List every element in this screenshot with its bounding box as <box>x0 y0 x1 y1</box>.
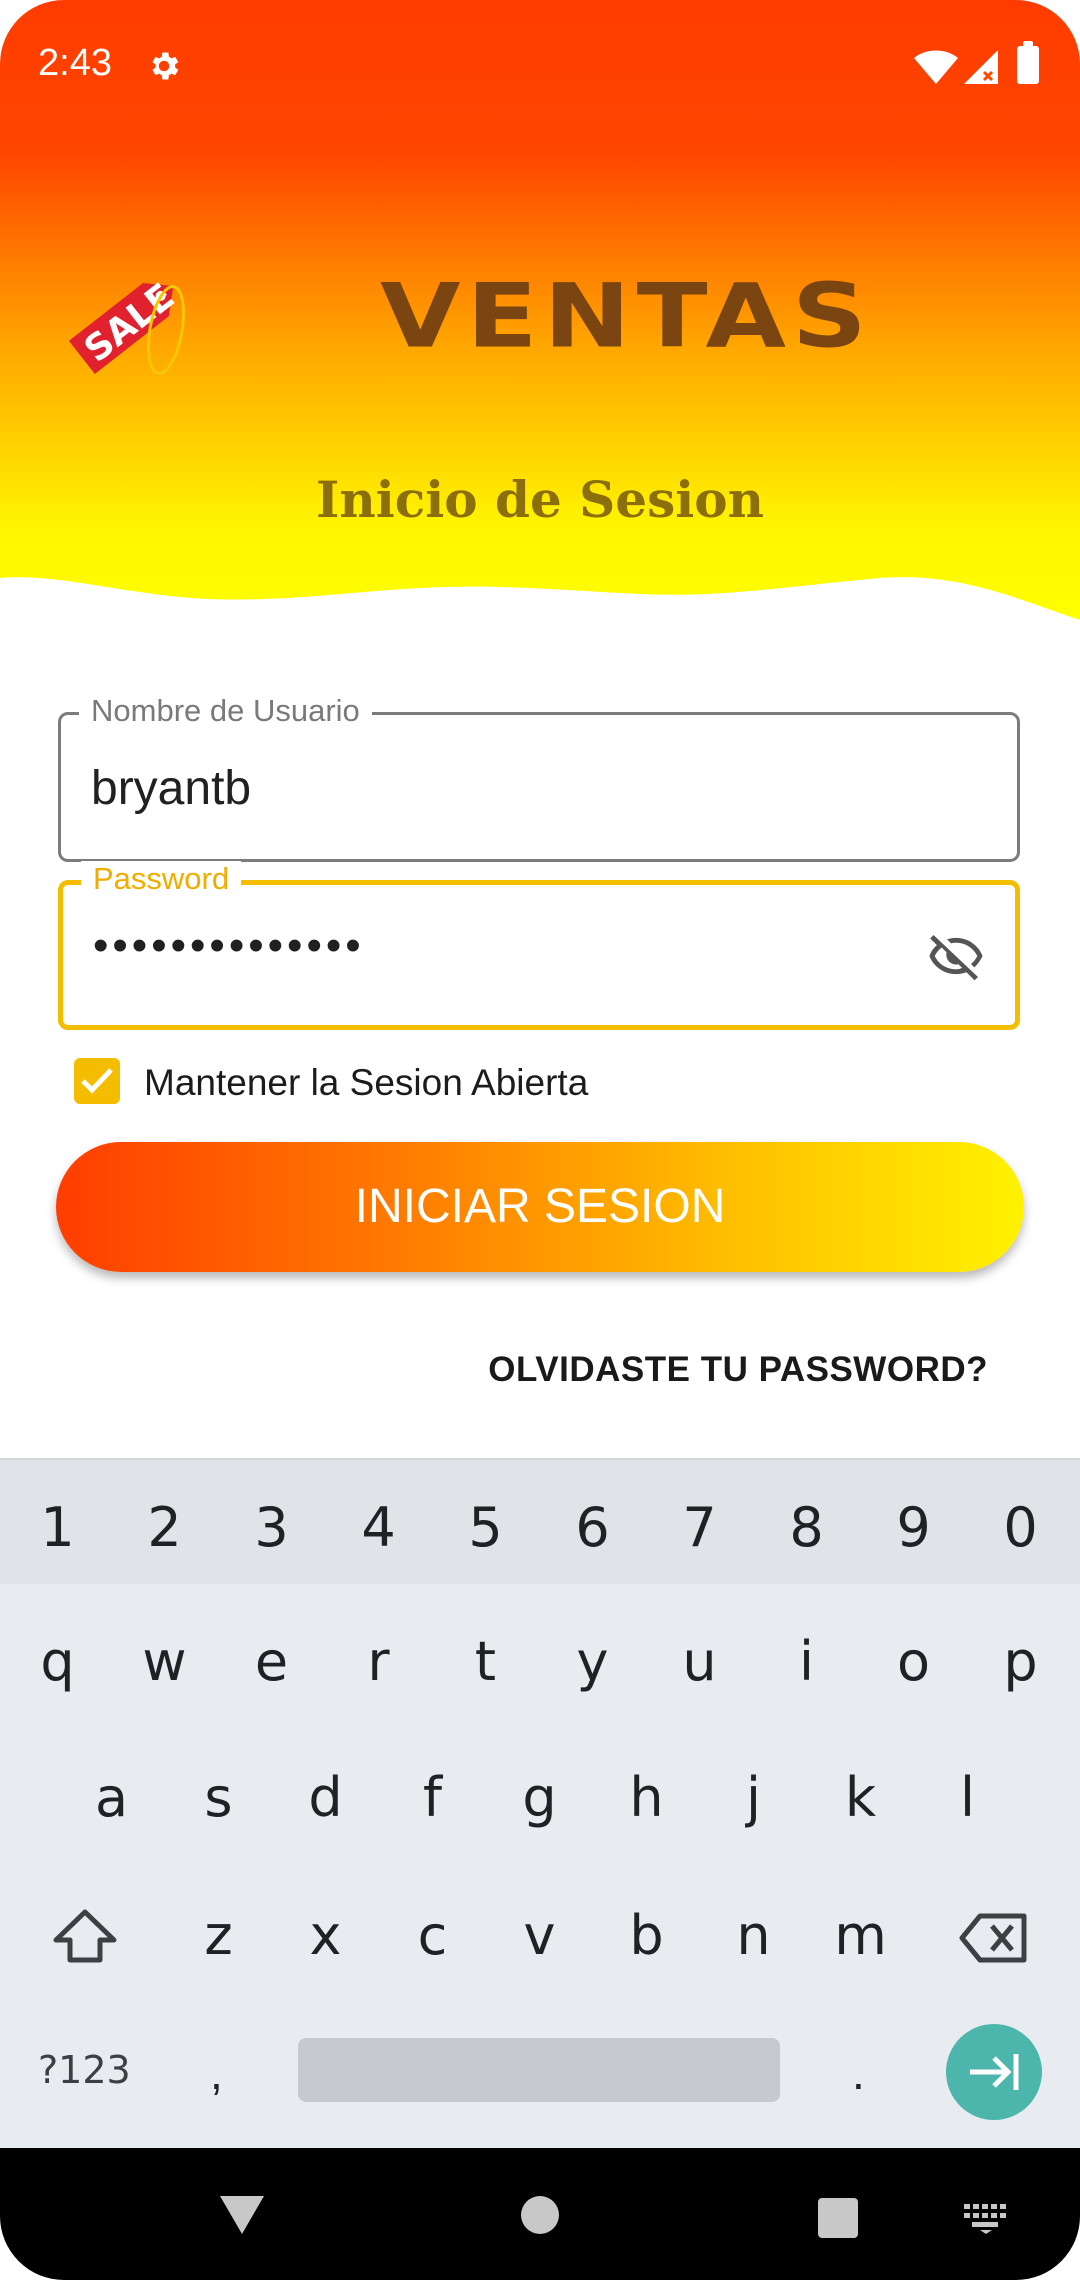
status-bar: 2:43 <box>0 0 1080 136</box>
key-8[interactable]: 8 <box>753 1496 860 1559</box>
soft-keyboard: 1 2 3 4 5 6 7 8 9 0 q w e r t y u i o p … <box>0 1458 1080 2150</box>
key-x[interactable]: x <box>272 1904 379 1967</box>
key-f[interactable]: f <box>379 1766 486 1829</box>
password-value: •••••••••••••• <box>93 921 365 970</box>
key-u[interactable]: u <box>646 1630 753 1693</box>
signal-icon <box>964 50 998 84</box>
key-h[interactable]: h <box>593 1766 700 1829</box>
key-z[interactable]: z <box>165 1904 272 1967</box>
key-y[interactable]: y <box>539 1630 646 1693</box>
battery-icon <box>1017 41 1039 84</box>
key-r[interactable]: r <box>325 1630 432 1693</box>
check-icon <box>81 1068 113 1094</box>
next-key[interactable] <box>946 2024 1042 2120</box>
header: 2:43 SALE VENTAS Inicio de Sesion <box>0 0 1080 640</box>
key-n[interactable]: n <box>700 1904 807 1967</box>
key-9[interactable]: 9 <box>860 1496 967 1559</box>
key-k[interactable]: k <box>807 1766 914 1829</box>
key-c[interactable]: c <box>379 1904 486 1967</box>
key-m[interactable]: m <box>807 1904 914 1967</box>
key-w[interactable]: w <box>111 1630 218 1693</box>
key-s[interactable]: s <box>165 1766 272 1829</box>
key-6[interactable]: 6 <box>539 1496 646 1559</box>
home-icon[interactable] <box>521 2196 559 2234</box>
key-b[interactable]: b <box>593 1904 700 1967</box>
keep-session-label: Mantener la Sesion Abierta <box>144 1062 589 1103</box>
key-o[interactable]: o <box>860 1630 967 1693</box>
backspace-icon[interactable] <box>958 1912 1030 1964</box>
key-7[interactable]: 7 <box>646 1496 753 1559</box>
keep-session-checkbox[interactable] <box>74 1058 120 1104</box>
eye-off-icon[interactable] <box>925 927 987 985</box>
key-i[interactable]: i <box>753 1630 860 1693</box>
key-2[interactable]: 2 <box>111 1496 218 1559</box>
username-field[interactable]: Nombre de Usuario bryantb <box>58 693 1020 862</box>
comma-key[interactable]: , <box>210 2046 223 2100</box>
period-key[interactable]: . <box>852 2046 865 2100</box>
login-button[interactable]: INICIAR SESION <box>56 1142 1024 1272</box>
key-t[interactable]: t <box>432 1630 539 1693</box>
next-arrow-icon <box>970 2054 1019 2090</box>
password-label: Password <box>81 861 242 897</box>
keyboard-number-row: 1 2 3 4 5 6 7 8 9 0 <box>0 1460 1080 1584</box>
status-time: 2:43 <box>38 42 112 84</box>
key-p[interactable]: p <box>967 1630 1074 1693</box>
username-label: Nombre de Usuario <box>79 693 372 729</box>
key-g[interactable]: g <box>486 1766 593 1829</box>
wifi-icon <box>914 50 958 84</box>
symbols-key[interactable]: ?123 <box>38 2048 131 2092</box>
space-bar[interactable] <box>298 2038 780 2102</box>
shift-icon[interactable] <box>50 1906 120 1966</box>
key-v[interactable]: v <box>486 1904 593 1967</box>
recents-icon[interactable] <box>818 2198 858 2238</box>
key-1[interactable]: 1 <box>4 1496 111 1559</box>
key-d[interactable]: d <box>272 1766 379 1829</box>
key-q[interactable]: q <box>4 1630 111 1693</box>
forgot-password-link[interactable]: OLVIDASTE TU PASSWORD? <box>488 1350 988 1390</box>
keyboard-switch-icon[interactable] <box>964 2204 1008 2234</box>
gear-icon <box>152 52 179 80</box>
page-subtitle: Inicio de Sesion <box>316 470 764 529</box>
key-4[interactable]: 4 <box>325 1496 432 1559</box>
key-j[interactable]: j <box>700 1766 807 1829</box>
login-screen: 2:43 SALE VENTAS Inicio de Sesion Nombre… <box>0 0 1080 2280</box>
navigation-bar <box>0 2148 1080 2280</box>
back-icon[interactable] <box>218 2194 266 2236</box>
app-title: VENTAS <box>380 264 873 368</box>
key-3[interactable]: 3 <box>218 1496 325 1559</box>
key-5[interactable]: 5 <box>432 1496 539 1559</box>
key-0[interactable]: 0 <box>967 1496 1074 1559</box>
sale-tag-icon: SALE <box>68 276 186 375</box>
password-field[interactable]: Password •••••••••••••• <box>58 861 1020 1030</box>
key-a[interactable]: a <box>58 1766 165 1829</box>
username-value: bryantb <box>91 762 252 815</box>
key-e[interactable]: e <box>218 1630 325 1693</box>
key-l[interactable]: l <box>914 1766 1021 1829</box>
